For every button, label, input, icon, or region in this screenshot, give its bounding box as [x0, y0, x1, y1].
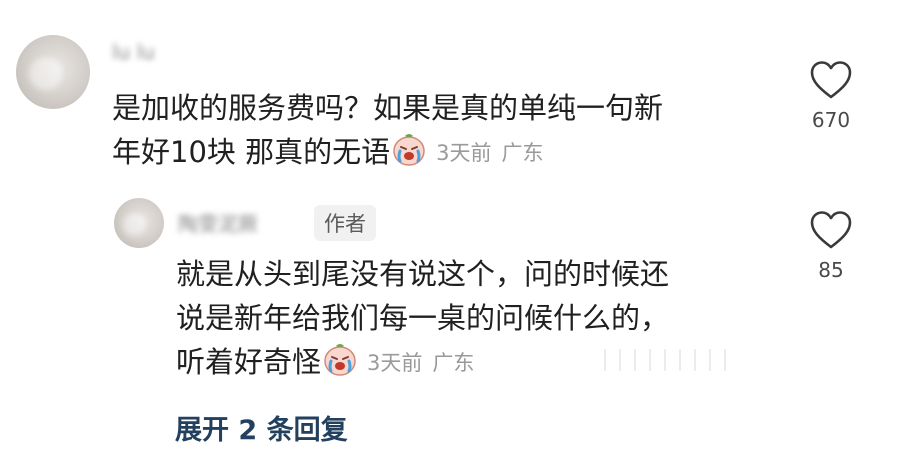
watermark: [600, 345, 740, 381]
author-badge: 作者: [314, 205, 376, 241]
reply-username[interactable]: 陶雯泥厥: [178, 208, 258, 237]
reply-time: 3天前: [367, 351, 423, 375]
reply-line-1: 就是从头到尾没有说这个，问的时候还: [176, 257, 670, 291]
comment-like-count: 670: [811, 108, 851, 132]
crying-face-emoji-icon: [393, 134, 425, 166]
reply-line-2: 说是新年给我们每一桌的问候什么的，: [176, 301, 670, 335]
comment-line-1: 是加收的服务费吗？如果是真的单纯一句新: [112, 91, 664, 125]
comment-line-2-text: 年好10块 那真的无语: [112, 135, 391, 169]
comment-text: 是加收的服务费吗？如果是真的单纯一句新 年好10块 那真的无语 3天前 广东: [112, 86, 772, 175]
comment-like[interactable]: 670: [796, 60, 866, 132]
reply-author-avatar[interactable]: [114, 198, 164, 248]
reply-line-3-text: 听着好奇怪: [176, 345, 322, 379]
reply-like[interactable]: 85: [796, 210, 866, 282]
heart-icon[interactable]: [809, 60, 853, 100]
commenter-username[interactable]: lu lu: [112, 40, 155, 64]
comment-time: 3天前: [436, 141, 492, 165]
reply-like-count: 85: [818, 258, 844, 282]
commenter-avatar[interactable]: [16, 35, 90, 109]
expand-replies-button[interactable]: 展开 2 条回复: [175, 408, 348, 447]
reply-location: 广东: [432, 351, 475, 375]
heart-icon[interactable]: [809, 210, 853, 250]
comment-location: 广东: [501, 141, 544, 165]
crying-face-emoji-icon: [324, 344, 356, 376]
comment-line-2: 年好10块 那真的无语 3天前 广东: [112, 130, 772, 175]
